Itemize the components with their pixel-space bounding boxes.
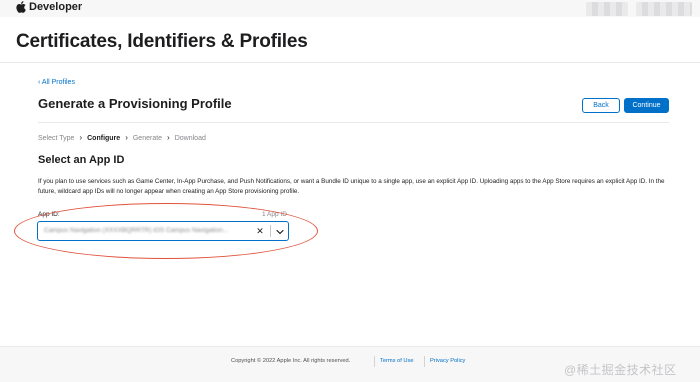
app-id-selected-value: Campus Navigation (XXXXBQRRTR) iOS Campu… bbox=[44, 227, 229, 234]
form-title: Generate a Provisioning Profile bbox=[38, 96, 232, 111]
chevron-right-icon: › bbox=[79, 133, 83, 142]
copyright-text: Copyright © 2022 Apple Inc. All rights r… bbox=[231, 358, 351, 364]
section-description: If you plan to use services such as Game… bbox=[38, 178, 665, 195]
app-id-label: App ID: bbox=[38, 211, 60, 218]
terms-of-use-link[interactable]: Terms of Use bbox=[380, 358, 414, 364]
watermark: @稀土掘金技术社区 bbox=[564, 363, 677, 377]
continue-button[interactable]: Continue bbox=[624, 98, 669, 113]
close-icon[interactable]: ✕ bbox=[254, 225, 266, 237]
all-profiles-link[interactable]: ‹ All Profiles bbox=[38, 79, 75, 86]
apple-logo-icon bbox=[16, 1, 26, 13]
brand-label: Developer bbox=[29, 1, 83, 13]
page: Developer Certificates, Identifiers & Pr… bbox=[0, 0, 700, 382]
back-button[interactable]: Back bbox=[582, 98, 620, 113]
developer-home-link[interactable]: Developer bbox=[16, 1, 82, 13]
footer-separator bbox=[424, 356, 425, 367]
step-generate: Generate bbox=[132, 134, 163, 142]
chevron-right-icon: › bbox=[167, 133, 170, 142]
select-separator bbox=[270, 225, 271, 237]
privacy-policy-link[interactable]: Privacy Policy bbox=[430, 358, 465, 364]
divider bbox=[38, 122, 669, 123]
redacted-account-menu bbox=[636, 2, 692, 16]
global-nav: Developer bbox=[0, 0, 700, 17]
chevron-right-icon: › bbox=[125, 133, 128, 142]
section-heading: Select an App ID bbox=[38, 154, 125, 166]
step-configure: Configure bbox=[87, 134, 121, 142]
footer: Copyright © 2022 Apple Inc. All rights r… bbox=[0, 347, 700, 382]
page-title: Certificates, Identifiers & Profiles bbox=[16, 31, 308, 52]
section-header: Certificates, Identifiers & Profiles bbox=[0, 17, 700, 63]
step-indicator: Select Type › Configure › Generate › Dow… bbox=[38, 134, 206, 142]
step-download: Download bbox=[174, 134, 206, 142]
step-select-type: Select Type bbox=[38, 134, 75, 142]
app-id-select[interactable]: Campus Navigation (XXXXBQRRTR) iOS Campu… bbox=[37, 221, 289, 241]
chevron-down-icon[interactable] bbox=[274, 226, 286, 237]
redacted-nav-item bbox=[586, 2, 628, 16]
app-id-count: 1 App ID bbox=[262, 211, 287, 218]
footer-separator bbox=[374, 356, 375, 367]
